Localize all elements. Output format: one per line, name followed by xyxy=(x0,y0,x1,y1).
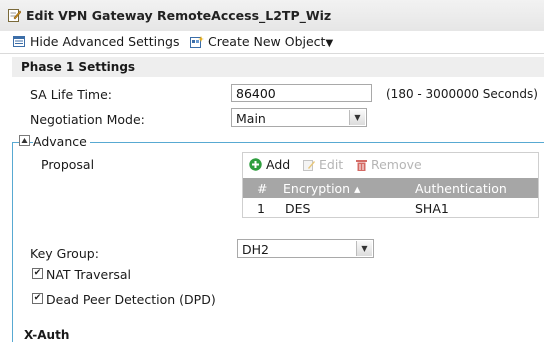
sa-life-time-input[interactable]: 86400 xyxy=(231,84,372,102)
negotiation-mode-label: Negotiation Mode: xyxy=(30,112,145,127)
edit-icon xyxy=(303,160,315,171)
add-button[interactable]: Add xyxy=(249,157,290,172)
dialog-title-bar: Edit VPN Gateway RemoteAccess_L2TP_Wiz xyxy=(0,0,544,32)
list-settings-icon xyxy=(13,36,25,47)
chevron-down-icon: ▼ xyxy=(356,241,372,256)
trash-icon xyxy=(356,160,367,171)
remove-button[interactable]: Remove xyxy=(356,157,422,172)
table-row[interactable]: 1 DES SHA1 xyxy=(243,198,538,217)
create-object-icon xyxy=(190,36,204,48)
negotiation-mode-value: Main xyxy=(236,111,266,126)
key-group-value: DH2 xyxy=(242,242,269,257)
proposal-grid-header: # Encryption ▴ Authentication xyxy=(243,178,538,198)
column-header-number: # xyxy=(257,181,268,196)
edit-label: Edit xyxy=(318,157,344,172)
advance-border-top xyxy=(12,142,544,143)
proposal-label: Proposal xyxy=(41,157,95,172)
row-number: 1 xyxy=(257,201,265,216)
column-header-authentication[interactable]: Authentication xyxy=(415,181,507,196)
x-auth-header: X-Auth xyxy=(24,328,70,342)
chevron-down-icon: ▼ xyxy=(325,38,334,49)
edit-button[interactable]: Edit xyxy=(303,157,343,172)
proposal-grid-toolbar: Add Edit Remove xyxy=(243,153,538,176)
advance-legend: Advance xyxy=(33,134,90,149)
row-authentication: SHA1 xyxy=(415,201,449,216)
create-new-object-menu[interactable]: Create New Object▼ xyxy=(208,34,333,49)
sa-life-time-value: 86400 xyxy=(236,86,276,101)
negotiation-mode-select[interactable]: Main ▼ xyxy=(231,108,367,127)
collapse-up-icon xyxy=(21,138,28,143)
sa-life-time-range: (180 - 3000000 Seconds) xyxy=(386,87,538,101)
dpd-label: Dead Peer Detection (DPD) xyxy=(46,292,216,307)
create-new-object-label: Create New Object xyxy=(208,34,326,49)
hide-advanced-settings-button[interactable]: Hide Advanced Settings xyxy=(30,34,179,49)
chevron-down-icon: ▼ xyxy=(349,110,365,125)
proposal-grid: Add Edit Remove # Encryption ▴ Authentic… xyxy=(242,152,539,218)
phase1-title: Phase 1 Settings xyxy=(21,60,136,74)
nat-traversal-checkbox[interactable]: ✔ xyxy=(32,268,43,279)
column-header-encryption[interactable]: Encryption ▴ xyxy=(283,181,360,196)
advance-collapse-toggle[interactable] xyxy=(19,135,30,146)
key-group-label: Key Group: xyxy=(30,246,99,261)
add-icon xyxy=(249,158,262,171)
row-encryption: DES xyxy=(285,201,311,216)
add-label: Add xyxy=(265,157,291,172)
dialog-title: Edit VPN Gateway RemoteAccess_L2TP_Wiz xyxy=(26,8,332,23)
dpd-checkbox[interactable]: ✔ xyxy=(32,293,43,304)
key-group-select[interactable]: DH2 ▼ xyxy=(237,239,374,258)
phase1-section-header: Phase 1 Settings xyxy=(12,57,544,77)
sa-life-time-label: SA Life Time: xyxy=(30,87,112,102)
dialog-toolbar: Hide Advanced Settings Create New Object… xyxy=(0,31,544,54)
edit-document-icon xyxy=(8,9,21,22)
remove-label: Remove xyxy=(370,157,422,172)
nat-traversal-label: NAT Traversal xyxy=(46,267,132,282)
advance-border-left xyxy=(12,142,13,342)
